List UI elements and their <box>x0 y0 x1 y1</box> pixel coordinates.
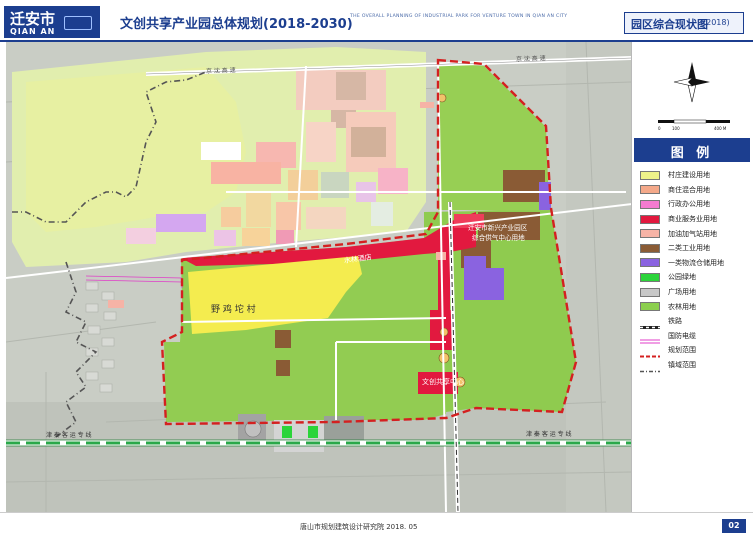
railway-bottom <box>6 439 631 447</box>
legend-label: 规划范围 <box>668 346 696 355</box>
legend-label: 国防电缆 <box>668 331 696 340</box>
legend-item: 村庄建设用地 <box>640 168 750 183</box>
park-block <box>282 426 292 438</box>
legend-swatch <box>640 272 660 282</box>
legend-item: 镇域范围 <box>640 358 750 373</box>
legend-item: 铁路 <box>640 314 750 329</box>
map-panel[interactable]: 野 鸡 坨 村 水林酒店 文创共享中心 迁安市新兴产业园区 综合供气中心用地 京… <box>6 42 632 512</box>
legend-list: 村庄建设用地 商住混合用地 行政办公用地 商业服务业用地 加油加气站用地 二类工业用地一类… <box>640 168 750 372</box>
sheet-year: (2018) <box>703 18 730 27</box>
legend-swatch <box>640 287 660 297</box>
north-arrow-icon: N <box>673 62 710 103</box>
legend-item: 加油加气站用地 <box>640 226 750 241</box>
land-use-map[interactable]: 野 鸡 坨 村 水林酒店 文创共享中心 迁安市新兴产业园区 综合供气中心用地 京… <box>6 42 632 512</box>
legend-item: 二类工业用地 <box>640 241 750 256</box>
legend-panel: N 0 100 400 M 图 例 村庄建设用地 商住混合用地 行政办公用地 商业服务… <box>632 42 753 512</box>
page-number: 02 <box>722 519 746 533</box>
legend-label: 二类工业用地 <box>668 244 710 253</box>
legend-swatch <box>640 346 660 358</box>
legend-label: 铁路 <box>668 317 682 326</box>
legend-item: 广场用地 <box>640 285 750 300</box>
scale-label-1: 100 <box>672 126 680 131</box>
city-emblem-icon <box>64 16 92 30</box>
legend-item: 商业服务业用地 <box>640 212 750 227</box>
legend-label: 村庄建设用地 <box>668 171 710 180</box>
legend-swatch <box>640 258 660 268</box>
label-station-note-2: 综合供气中心用地 <box>472 233 525 242</box>
sheet-title: 园区综合现状图 <box>631 18 708 31</box>
legend-label: 加油加气站用地 <box>668 229 717 238</box>
legend-title: 图 例 <box>670 146 714 161</box>
footer: 唐山市规划建筑设计研究院 2018. 05 02 <box>0 512 753 538</box>
label-rail-right: 津 秦 客 运 专 线 <box>526 430 572 438</box>
plan-title: 文创共享产业园总体规划(2018-2030) <box>120 17 353 32</box>
legend-item: 农林用地 <box>640 299 750 314</box>
label-station-note-1: 迁安市新兴产业园区 <box>468 223 528 232</box>
legend-label: 广场用地 <box>668 288 696 297</box>
label-center: 文创共享中心 <box>422 377 464 386</box>
header: 迁安市 QIAN AN 文创共享产业园总体规划(2018-2030) THE O… <box>0 0 753 42</box>
label-highway-top-right: 京 沈 高 速 <box>516 54 546 63</box>
legend-item: 规划范围 <box>640 343 750 358</box>
scale-label-2: 400 M <box>714 126 727 131</box>
city-name: 迁安市 <box>10 10 56 28</box>
label-village: 野 鸡 坨 村 <box>211 303 256 315</box>
legend-swatch <box>640 243 660 253</box>
legend-item: 商住混合用地 <box>640 183 750 198</box>
legend-label: 农林用地 <box>668 302 696 311</box>
legend-swatch <box>640 331 660 344</box>
footer-credit: 唐山市规划建筑设计研究院 2018. 05 <box>300 523 418 531</box>
label-rail-left: 津 秦 客 运 专 线 <box>46 431 92 439</box>
legend-swatch <box>640 199 660 209</box>
sheet-title-box: 园区综合现状图 (2018) <box>624 12 744 34</box>
legend-item: 一类物流仓储用地 <box>640 256 750 271</box>
label-highway-top: 京 沈 高 速 <box>206 66 236 75</box>
city-name-en: QIAN AN <box>10 27 56 36</box>
legend-label: 公园绿地 <box>668 273 696 282</box>
legend-label: 商住混合用地 <box>668 185 710 194</box>
legend-swatch <box>640 170 660 180</box>
north-label: N <box>691 66 694 71</box>
legend-swatch <box>640 185 660 195</box>
legend-item: 行政办公用地 <box>640 197 750 212</box>
scale-bar: 0 100 400 M <box>658 119 730 131</box>
scale-label-0: 0 <box>658 126 661 131</box>
legend-swatch <box>640 302 660 312</box>
legend-swatch <box>640 317 660 329</box>
legend-swatch <box>640 361 660 372</box>
legend-header: 图 例 <box>634 138 750 162</box>
legend-label: 镇域范围 <box>668 361 696 370</box>
plan-title-en: THE OVERALL PLANNING OF INDUSTRIAL PARK … <box>350 14 568 19</box>
legend-item: 公园绿地 <box>640 270 750 285</box>
legend-label: 一类物流仓储用地 <box>668 258 724 267</box>
legend-label: 商业服务业用地 <box>668 215 717 224</box>
legend-swatch <box>640 214 660 224</box>
legend-item: 国防电缆 <box>640 329 750 344</box>
legend-swatch <box>640 229 660 239</box>
legend-label: 行政办公用地 <box>668 200 710 209</box>
